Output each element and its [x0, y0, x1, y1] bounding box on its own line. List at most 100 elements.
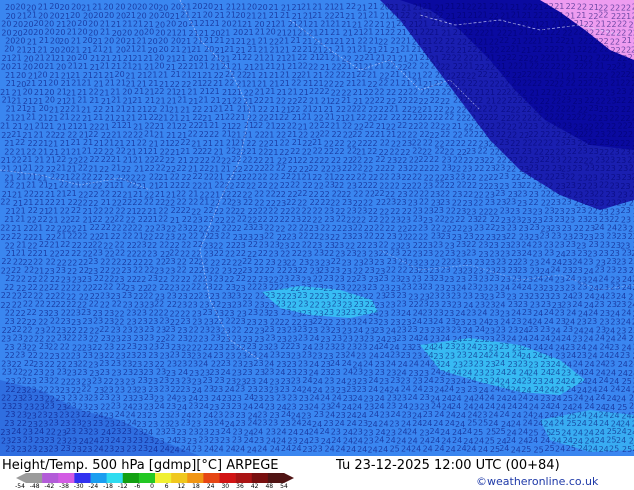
contour-value-label: 22 [618, 130, 628, 139]
contour-value-label: 24 [573, 360, 583, 369]
contour-value-label: 24 [577, 419, 587, 428]
contour-value-label: 24 [474, 394, 484, 403]
contour-value-label: 22 [127, 181, 137, 190]
contour-value-label: 23 [298, 300, 308, 309]
contour-value-label: 23 [198, 436, 208, 445]
contour-value-label: 22 [112, 190, 122, 199]
contour-value-label: 23 [299, 394, 309, 403]
contour-value-label: 23 [111, 326, 121, 335]
contour-value-label: 22 [396, 19, 406, 28]
credit-link[interactable]: ©weatheronline.co.uk [476, 475, 598, 488]
scale-tick-label: -12 [117, 483, 128, 490]
contour-value-label: 22 [81, 410, 91, 419]
contour-value-label: 20 [16, 3, 26, 12]
contour-value-label: 23 [420, 393, 430, 402]
contour-value-label: 21 [144, 130, 154, 139]
contour-value-label: 24 [540, 258, 550, 267]
contour-value-label: 22 [188, 335, 198, 344]
contour-value-label: 22 [115, 249, 125, 258]
contour-value-label: 21 [264, 96, 274, 105]
contour-value-label: 22 [573, 87, 583, 96]
contour-value-label: 22 [598, 11, 608, 20]
contour-value-label: 22 [100, 402, 110, 411]
contour-value-label: 21 [489, 2, 499, 11]
contour-value-label: 22 [353, 190, 363, 199]
contour-value-label: 24 [617, 334, 627, 343]
scale-swatch [219, 473, 236, 483]
contour-value-label: 24 [584, 292, 594, 301]
contour-value-label: 23 [324, 308, 334, 317]
contour-value-label: 22 [364, 121, 374, 130]
contour-value-label: 21 [301, 3, 311, 12]
contour-value-label: 22 [435, 215, 445, 224]
contour-value-label: 24 [94, 445, 104, 454]
contour-value-label: 24 [511, 445, 521, 454]
contour-value-label: 22 [522, 105, 532, 114]
contour-value-label: 22 [103, 283, 113, 292]
contour-value-label: 24 [462, 427, 472, 436]
contour-value-label: 23 [508, 325, 518, 334]
contour-value-label: 21 [255, 28, 265, 37]
contour-value-label: 22 [616, 96, 626, 105]
contour-value-label: 22 [232, 190, 242, 199]
contour-value-label: 22 [214, 181, 224, 190]
contour-value-label: 21 [353, 88, 363, 97]
contour-value-label: 24 [276, 427, 286, 436]
contour-value-label: 23 [126, 351, 136, 360]
contour-value-label: 22 [617, 19, 627, 28]
contour-value-label: 22 [357, 172, 367, 181]
contour-value-label: 22 [1, 257, 11, 266]
contour-value-label: 22 [441, 88, 451, 97]
contour-value-label: 21 [478, 11, 488, 20]
contour-value-label: 21 [468, 11, 478, 20]
contour-value-label: 22 [309, 87, 319, 96]
contour-value-label: 21 [367, 71, 377, 80]
contour-value-label: 22 [561, 62, 571, 71]
contour-value-label: 23 [167, 359, 177, 368]
contour-value-label: 24 [566, 274, 576, 283]
contour-value-label: 24 [335, 445, 345, 454]
contour-value-label: 21 [68, 62, 78, 71]
contour-value-label: 21 [1, 165, 11, 174]
contour-value-label: 23 [160, 342, 170, 351]
contour-value-label: 21 [60, 139, 70, 148]
contour-value-label: 22 [290, 147, 300, 156]
contour-value-label: 23 [39, 376, 49, 385]
contour-value-label: 23 [587, 138, 597, 147]
contour-value-label: 21 [330, 28, 340, 37]
contour-value-label: 23 [380, 411, 390, 420]
contour-value-label: 21 [204, 36, 214, 45]
contour-value-label: 22 [429, 164, 439, 173]
contour-value-label: 23 [495, 189, 505, 198]
contour-value-label: 23 [522, 343, 532, 352]
contour-value-label: 22 [170, 172, 180, 181]
contour-value-label: 22 [456, 79, 466, 88]
contour-value-label: 23 [100, 292, 110, 301]
contour-value-label: 23 [485, 198, 495, 207]
contour-value-label: 22 [291, 79, 301, 88]
contour-value-label: 23 [478, 377, 488, 386]
contour-value-label: 24 [622, 283, 632, 292]
contour-value-label: 23 [203, 308, 213, 317]
contour-value-label: 22 [71, 249, 81, 258]
contour-value-label: 24 [346, 445, 356, 454]
contour-value-label: 22 [420, 87, 430, 96]
contour-value-label: 22 [46, 325, 56, 334]
contour-value-label: 21 [123, 156, 133, 165]
contour-value-label: 22 [17, 376, 27, 385]
scale-swatch [267, 473, 285, 483]
contour-value-label: 21 [628, 53, 634, 62]
contour-value-label: 20 [1, 20, 11, 29]
contour-value-label: 21 [191, 45, 201, 54]
contour-value-label: 22 [302, 139, 312, 148]
contour-value-label: 22 [595, 28, 605, 37]
contour-value-label: 23 [37, 411, 47, 420]
contour-value-label: 22 [165, 156, 175, 165]
contour-value-label: 23 [629, 87, 634, 96]
contour-value-label: 23 [499, 172, 509, 181]
contour-value-label: 23 [583, 258, 593, 267]
scale-swatch [42, 473, 59, 483]
contour-value-label: 23 [258, 343, 268, 352]
contour-value-label: 21 [390, 79, 400, 88]
contour-value-label: 22 [429, 155, 439, 164]
